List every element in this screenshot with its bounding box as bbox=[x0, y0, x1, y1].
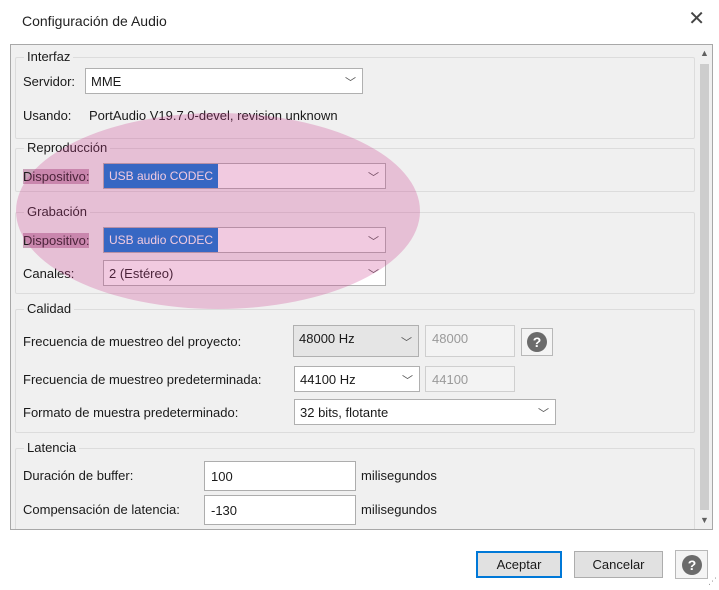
chevron-down-icon: ﹀ bbox=[538, 408, 549, 420]
host-select[interactable]: MME ﹀ bbox=[85, 68, 363, 94]
project-rate-value: 48000 Hz bbox=[299, 331, 355, 346]
chevron-down-icon: ﹀ bbox=[368, 269, 379, 281]
scroll-down-icon[interactable]: ▼ bbox=[697, 512, 712, 529]
default-rate-custom-value: 44100 bbox=[432, 372, 469, 387]
scroll-up-icon[interactable]: ▲ bbox=[697, 45, 712, 62]
channels-label: Canales: bbox=[23, 266, 75, 281]
using-label: Usando: bbox=[23, 108, 72, 123]
default-rate-label: Frecuencia de muestreo predeterminada: bbox=[23, 372, 262, 387]
using-value: PortAudio V19.7.0-devel, revision unknow… bbox=[89, 108, 338, 123]
host-label: Servidor: bbox=[23, 74, 76, 89]
ok-button[interactable]: Aceptar bbox=[476, 551, 562, 578]
default-rate-select[interactable]: 44100 Hz ﹀ bbox=[294, 366, 420, 392]
project-rate-label: Frecuencia de muestreo del proyecto: bbox=[23, 334, 242, 349]
chevron-down-icon: ﹀ bbox=[368, 172, 379, 184]
help-icon: ? bbox=[682, 555, 702, 575]
buffer-input[interactable]: 100 bbox=[204, 461, 356, 491]
recording-legend: Grabación bbox=[24, 204, 90, 219]
cancel-button[interactable]: Cancelar bbox=[574, 551, 663, 578]
host-select-value: MME bbox=[91, 74, 122, 89]
settings-scroll-area[interactable]: Interfaz Servidor: MME ﹀ Usando: PortAud… bbox=[10, 44, 713, 530]
latency-compensation-value: -130 bbox=[211, 503, 238, 518]
channels-select[interactable]: 2 (Estéreo) ﹀ bbox=[103, 260, 386, 286]
format-select-value: 32 bits, flotante bbox=[300, 405, 389, 420]
quality-help-button[interactable]: ? bbox=[521, 328, 553, 356]
project-rate-select[interactable]: 48000 Hz ﹀ bbox=[293, 325, 419, 357]
latency-compensation-label: Compensación de latencia: bbox=[23, 502, 180, 517]
close-icon[interactable]: ✕ bbox=[688, 9, 705, 29]
latency-compensation-unit: milisegundos bbox=[361, 502, 437, 517]
quality-legend: Calidad bbox=[24, 301, 75, 316]
chevron-down-icon: ﹀ bbox=[402, 375, 413, 387]
playback-device-value: USB audio CODEC bbox=[104, 164, 219, 188]
chevron-down-icon: ﹀ bbox=[345, 77, 356, 89]
dialog-help-button[interactable]: ? bbox=[675, 550, 708, 579]
resize-grip-icon[interactable]: ⋰ bbox=[708, 576, 717, 587]
format-label: Formato de muestra predeterminado: bbox=[23, 405, 239, 420]
playback-legend: Reproducción bbox=[24, 140, 111, 155]
chevron-down-icon: ﹀ bbox=[401, 337, 412, 349]
buffer-input-value: 100 bbox=[211, 469, 233, 484]
project-rate-custom-value: 48000 bbox=[432, 331, 469, 346]
interface-legend: Interfaz bbox=[24, 49, 74, 64]
help-icon: ? bbox=[527, 332, 547, 352]
default-rate-value: 44100 Hz bbox=[300, 372, 356, 387]
buffer-label: Duración de buffer: bbox=[23, 468, 134, 483]
recording-device-value: USB audio CODEC bbox=[104, 228, 219, 252]
channels-select-value: 2 (Estéreo) bbox=[109, 266, 174, 281]
vertical-scrollbar[interactable]: ▲ ▼ bbox=[697, 45, 712, 529]
format-select[interactable]: 32 bits, flotante ﹀ bbox=[294, 399, 556, 425]
project-rate-custom-field: 48000 bbox=[425, 325, 515, 357]
window-title: Configuración de Audio bbox=[22, 13, 167, 29]
chevron-down-icon: ﹀ bbox=[368, 236, 379, 248]
settings-content: Interfaz Servidor: MME ﹀ Usando: PortAud… bbox=[11, 45, 699, 529]
playback-device-select[interactable]: USB audio CODEC ﹀ bbox=[103, 163, 386, 189]
playback-device-label: Dispositivo: bbox=[23, 169, 90, 184]
default-rate-custom-field: 44100 bbox=[425, 366, 515, 392]
buffer-unit: milisegundos bbox=[361, 468, 437, 483]
recording-device-label: Dispositivo: bbox=[23, 233, 90, 248]
latency-compensation-input[interactable]: -130 bbox=[204, 495, 356, 525]
recording-device-select[interactable]: USB audio CODEC ﹀ bbox=[103, 227, 386, 253]
scrollbar-thumb[interactable] bbox=[700, 64, 709, 510]
latency-legend: Latencia bbox=[24, 440, 80, 455]
title-bar: Configuración de Audio ✕ bbox=[0, 0, 719, 42]
